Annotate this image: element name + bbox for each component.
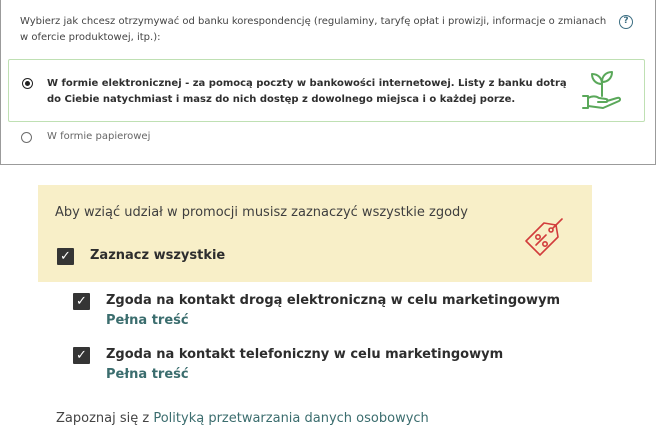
consent-electronic-full-text-link[interactable]: Pełna treść [106, 313, 189, 328]
consent-electronic-checkbox[interactable]: ✓ [73, 293, 90, 310]
option-paper-label: W formie papierowej [47, 131, 151, 142]
select-all-checkbox[interactable]: ✓ [57, 248, 74, 265]
promo-text: Aby wziąć udział w promocji musisz zazna… [55, 205, 468, 220]
discount-tag-icon [525, 218, 563, 256]
correspondence-panel: Wybierz jak chcesz otrzymywać od banku k… [0, 0, 656, 165]
privacy-policy-link[interactable]: Polityką przetwarzania danych osobowych [153, 411, 428, 426]
option-electronic-label: W formie elektronicznej - za pomocą pocz… [47, 78, 567, 105]
select-all-label[interactable]: Zaznacz wszystkie [90, 248, 225, 263]
help-icon[interactable]: ? [619, 15, 633, 29]
consent-phone-full-text-link[interactable]: Pełna treść [106, 367, 189, 382]
option-electronic[interactable]: W formie elektronicznej - za pomocą pocz… [8, 59, 645, 122]
radio-electronic[interactable] [22, 78, 33, 89]
consent-phone-label[interactable]: Zgoda na kontakt telefoniczny w celu mar… [106, 347, 503, 362]
promo-box: Aby wziąć udział w promocji musisz zazna… [38, 185, 592, 282]
consent-electronic-label[interactable]: Zgoda na kontakt drogą elektroniczną w c… [106, 293, 560, 308]
correspondence-question: Wybierz jak chcesz otrzymywać od banku k… [20, 16, 607, 43]
consent-phone-checkbox[interactable]: ✓ [73, 347, 90, 364]
privacy-notice: Zapoznaj się z Polityką przetwarzania da… [56, 411, 429, 426]
hand-plant-icon [582, 71, 622, 109]
privacy-prefix: Zapoznaj się z [56, 411, 150, 426]
radio-paper[interactable] [21, 132, 32, 143]
